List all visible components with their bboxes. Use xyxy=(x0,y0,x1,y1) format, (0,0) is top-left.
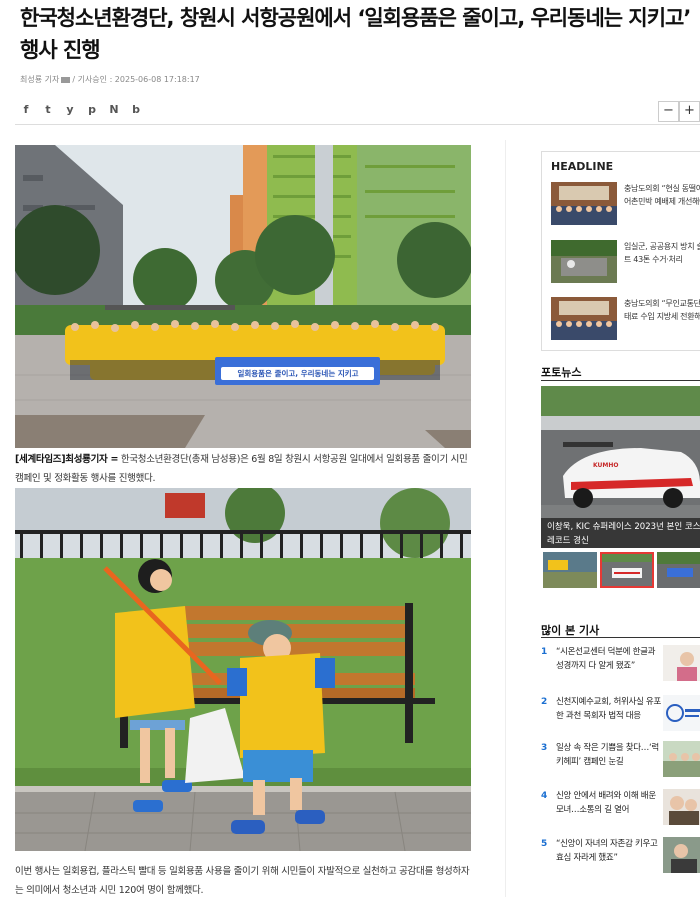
most-read-item[interactable]: 4 신앙 안에서 배려와 이해 배운 모녀…소통의 길 열어 xyxy=(541,789,700,833)
most-read-text[interactable]: 신천지예수교회, 허위사실 유포한 과천 목회자 법적 대응 xyxy=(556,695,664,723)
rank-number: 1 xyxy=(541,647,548,657)
font-zoom: − + xyxy=(658,101,700,122)
reporter-name[interactable]: 최성룡 기자 xyxy=(20,75,59,84)
photonews-thumb-2[interactable] xyxy=(600,552,654,588)
mail-icon[interactable] xyxy=(61,76,71,83)
twitter-icon[interactable]: t xyxy=(42,103,54,116)
rank-number: 4 xyxy=(541,791,548,801)
headline-text[interactable]: 충남도의회 “무인교통단속 과태료 수입 지방세 전환해야” xyxy=(624,297,700,323)
facebook-icon[interactable]: f xyxy=(20,103,32,116)
rank-number: 5 xyxy=(541,839,548,849)
photo-caption-1: [세계타임즈]최성룡기자 = 한국청소년환경단(총재 남성용)은 6월 8일 창… xyxy=(15,450,473,488)
photonews-thumb-1[interactable] xyxy=(543,552,597,588)
headline-thumb[interactable] xyxy=(551,297,617,340)
most-read-item[interactable]: 5 “신앙이 자녀의 자존감 키우고 효심 자라게 했죠” xyxy=(541,837,700,881)
most-read-item[interactable]: 2 신천지예수교회, 허위사실 유포한 과천 목회자 법적 대응 xyxy=(541,695,700,739)
column-divider xyxy=(505,140,506,897)
photonews-title: 포토뉴스 xyxy=(541,366,582,379)
headline-item[interactable]: 충남도의회 “현실 동떨어진 농어촌민박 예배제 개선해야” xyxy=(551,182,700,228)
article-byline: 최성룡 기자 / 기사승인 : 2025-06-08 17:18:17 xyxy=(20,74,200,85)
most-read-thumb[interactable] xyxy=(663,741,700,777)
naver-icon[interactable]: N xyxy=(108,103,120,116)
headline-title: HEADLINE xyxy=(551,160,614,173)
headline-item[interactable]: 충남도의회 “무인교통단속 과태료 수입 지방세 전환해야” xyxy=(551,297,700,343)
article-photo-children xyxy=(15,488,471,851)
most-read-text[interactable]: 신앙 안에서 배려와 이해 배운 모녀…소통의 길 열어 xyxy=(556,789,664,817)
rank-number: 2 xyxy=(541,697,548,707)
most-read-text[interactable]: “시온선교센터 덕분에 한글과 성경까지 다 알게 됐죠” xyxy=(556,645,664,673)
divider xyxy=(541,380,700,381)
headline-thumb[interactable] xyxy=(551,182,617,225)
photonews-caption[interactable]: 이창욱, KIC 슈퍼레이스 2023년 본인 코스레코드 경신 xyxy=(547,520,700,548)
article-photo-group: 일회용품은 줄이고, 우리동네는 지키고 xyxy=(15,145,471,448)
most-read-thumb[interactable] xyxy=(663,695,700,731)
approval-date: / 기사승인 : 2025-06-08 17:18:17 xyxy=(72,75,200,84)
car-label: KUMHO xyxy=(593,462,619,469)
article-title: 한국청소년환경단, 창원시 서항공원에서 ‘일회용품은 줄이고, 우리동네는 지… xyxy=(20,6,691,62)
banner-text: 일회용품은 줄이고, 우리동네는 지키고 xyxy=(237,369,359,378)
divider xyxy=(541,637,700,638)
most-read-thumb[interactable] xyxy=(663,645,700,681)
caption-source: [세계타임즈]최성룡기자 = xyxy=(15,454,119,465)
most-read-item[interactable]: 3 일상 속 작은 기쁨을 찾다…‘럭키헤피’ 캠페인 눈길 xyxy=(541,741,700,785)
headline-text[interactable]: 충남도의회 “현실 동떨어진 농어촌민박 예배제 개선해야” xyxy=(624,182,700,208)
pinterest-icon[interactable]: p xyxy=(86,103,98,116)
headline-item[interactable]: 임실군, 공공용지 방치 슬레이트 43톤 수거·처리 xyxy=(551,240,700,286)
most-read-thumb[interactable] xyxy=(663,837,700,873)
headline-thumb[interactable] xyxy=(551,240,617,283)
most-read-title: 많이 본 기사 xyxy=(541,624,600,637)
headline-text[interactable]: 임실군, 공공용지 방치 슬레이트 43톤 수거·처리 xyxy=(624,240,700,266)
divider xyxy=(15,124,700,125)
rank-number: 3 xyxy=(541,743,548,753)
most-read-text[interactable]: 일상 속 작은 기쁨을 찾다…‘럭키헤피’ 캠페인 눈길 xyxy=(556,741,664,769)
share-bar: f t y p N b xyxy=(20,103,142,116)
most-read-thumb[interactable] xyxy=(663,789,700,825)
most-read-text[interactable]: “신앙이 자녀의 자존감 키우고 효심 자라게 했죠” xyxy=(556,837,664,865)
most-read-item[interactable]: 1 “시온선교센터 덕분에 한글과 성경까지 다 알게 됐죠” xyxy=(541,645,700,689)
band-icon[interactable]: b xyxy=(130,103,142,116)
zoom-in-button[interactable]: + xyxy=(679,101,700,122)
kakao-icon[interactable]: y xyxy=(64,103,76,116)
photonews-thumb-3[interactable] xyxy=(657,552,700,588)
zoom-out-button[interactable]: − xyxy=(658,101,679,122)
photo-caption-2: 이번 행사는 일회용컵, 플라스틱 빨대 등 일회용품 사용을 줄이기 위해 시… xyxy=(15,866,470,896)
